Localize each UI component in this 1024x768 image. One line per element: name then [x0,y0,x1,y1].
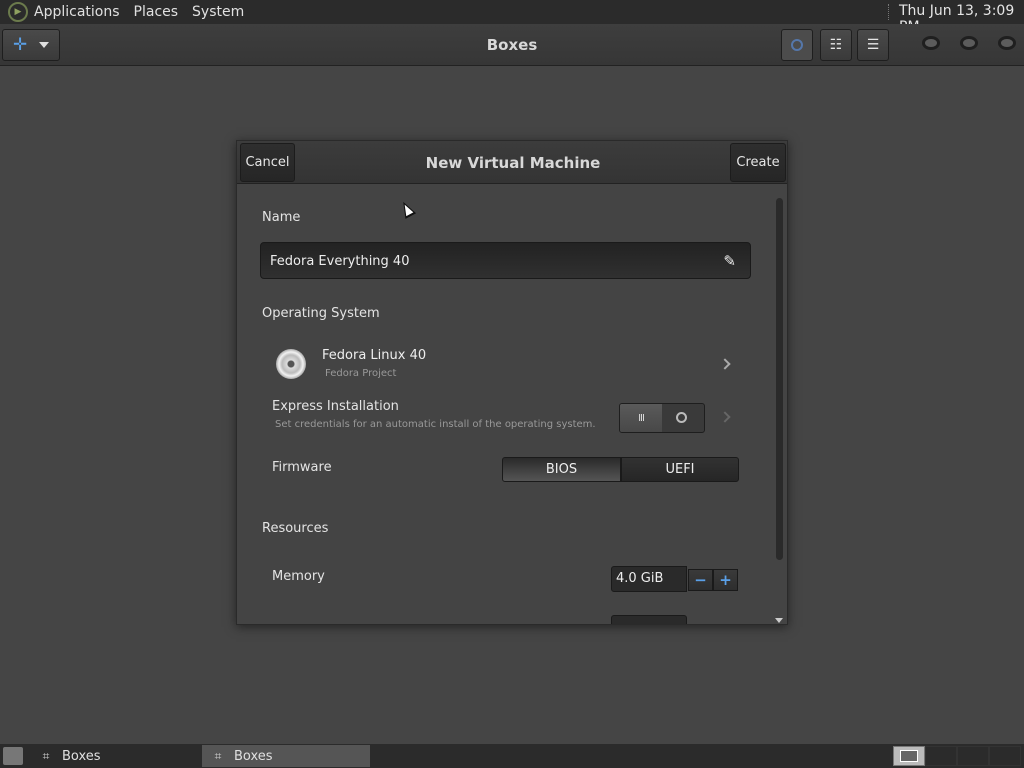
storage-spin-field[interactable] [611,615,687,624]
workspace-4[interactable] [989,746,1021,766]
scrollbar-thumb[interactable] [776,198,783,560]
workspace-1[interactable] [893,746,925,766]
memory-increase-button[interactable]: + [713,569,738,591]
optical-disc-icon [276,349,306,379]
memory-spin-field[interactable]: 4.0 GiB [611,566,687,592]
dialog-scrollbar[interactable] [774,194,784,624]
taskbar-item-label: Boxes [62,748,101,764]
toggle-on-glyph: III [620,404,662,432]
chevron-right-icon [719,411,731,423]
os-section-heading: Operating System [262,306,380,321]
taskbar-item-boxes[interactable]: ⌗ Boxes [30,745,200,767]
list-view-button[interactable]: ☷ [820,29,852,61]
workspace-3[interactable] [957,746,989,766]
search-button[interactable] [781,29,813,61]
close-button[interactable] [998,36,1016,50]
distro-logo-icon[interactable]: ▶ [8,2,28,22]
main-menu-button[interactable]: ☰ [857,29,889,61]
express-installation-label: Express Installation [272,399,399,414]
firmware-bios-option[interactable]: BIOS [502,457,621,482]
list-view-icon: ☷ [829,37,843,53]
hamburger-menu-icon: ☰ [866,37,880,53]
menu-places[interactable]: Places [134,4,179,20]
firmware-uefi-option[interactable]: UEFI [621,457,739,482]
top-panel: ▶ Applications Places System Thu Jun 13,… [0,0,1024,35]
express-installation-toggle[interactable]: III [619,403,705,433]
boxes-headerbar: ✛ Boxes ☷ ☰ [0,24,1024,66]
memory-decrease-button[interactable]: − [688,569,713,591]
search-icon [791,39,803,51]
workspace-2[interactable] [925,746,957,766]
firmware-label: Firmware [272,460,332,475]
dialog-title: New Virtual Machine [425,154,601,172]
edit-pencil-icon[interactable]: ✎ [723,252,736,270]
bottom-taskbar: ⌗ Boxes ⌗ Boxes [0,744,1024,768]
express-installation-description: Set credentials for an automatic install… [275,419,596,430]
os-vendor: Fedora Project [325,368,397,379]
dialog-header: Cancel New Virtual Machine Create [237,141,787,184]
workspace-window-preview [900,750,918,762]
new-vm-dialog: Cancel New Virtual Machine Create Name F… [236,140,788,625]
chevron-right-icon[interactable] [719,358,731,370]
maximize-button[interactable] [960,36,978,50]
vm-name-value[interactable]: Fedora Everything 40 [270,254,409,269]
memory-label: Memory [272,569,325,584]
resources-section-heading: Resources [262,521,329,536]
toggle-off-circle-icon [676,412,687,423]
minimize-button[interactable] [922,36,940,50]
taskbar-item-boxes-active[interactable]: ⌗ Boxes [202,745,370,767]
menu-applications[interactable]: Applications [34,4,120,20]
boxes-app-icon: ⌗ [214,748,222,763]
name-section-heading: Name [262,210,301,225]
taskbar-item-label: Boxes [234,748,273,764]
dialog-body: Name Fedora Everything 40 ✎ Operating Sy… [237,184,787,624]
create-button[interactable]: Create [730,143,786,182]
boxes-app-icon: ⌗ [42,748,50,763]
os-name: Fedora Linux 40 [322,348,427,363]
vm-name-field[interactable]: Fedora Everything 40 ✎ [260,242,751,279]
scroll-down-arrow-icon[interactable] [775,618,783,623]
panel-separator [888,4,890,20]
menu-system[interactable]: System [192,4,244,20]
show-desktop-icon[interactable] [3,747,23,765]
